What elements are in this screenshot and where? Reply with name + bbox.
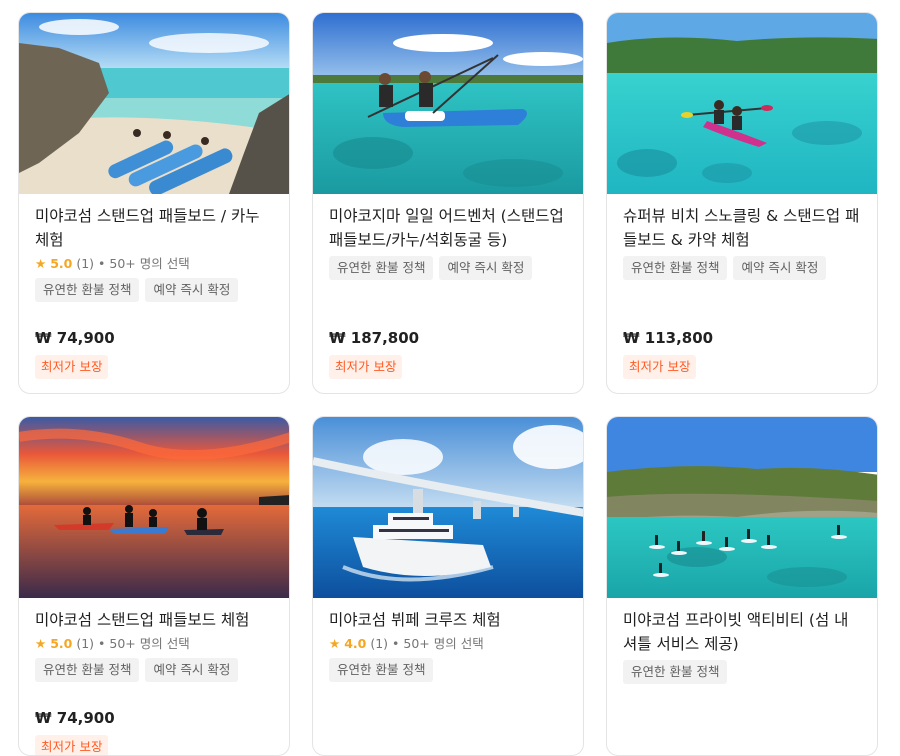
popularity-text: • 50+ 명의 선택 [98, 256, 190, 271]
rating-score: 4.0 [344, 636, 367, 651]
star-icon: ★ [35, 256, 47, 271]
activity-card[interactable]: 미야코섬 뷔페 크루즈 체험 ★ 4.0 (1) • 50+ 명의 선택 유연한… [312, 416, 584, 756]
card-title[interactable]: 미야코지마 일일 어드벤처 (스탠드업 패들보드/카누/석회동굴 등) [329, 204, 567, 252]
activity-card[interactable]: 미야코지마 일일 어드벤처 (스탠드업 패들보드/카누/석회동굴 등) 유연한 … [312, 12, 584, 394]
review-count: (1) [370, 636, 389, 651]
rating-score: 5.0 [50, 256, 73, 271]
activity-card[interactable]: 미야코섬 프라이빗 액티비티 (섬 내 셔틀 서비스 제공) 유연한 환불 정책 [606, 416, 878, 756]
rating-row: ★ 5.0 (1) • 50+ 명의 선택 [35, 254, 273, 274]
card-title[interactable]: 미야코섬 스탠드업 패들보드 / 카누 체험 [35, 204, 273, 252]
rating-score: 5.0 [50, 636, 73, 651]
instant-confirm-chip: 예약 즉시 확정 [733, 256, 827, 280]
lowest-price-badge: 최저가 보장 [35, 735, 109, 755]
card-title[interactable]: 미야코섬 뷔페 크루즈 체험 [329, 608, 567, 632]
instant-confirm-chip: 예약 즉시 확정 [439, 256, 533, 280]
card-image-sunset-paddle[interactable] [19, 417, 289, 598]
card-image-kayak[interactable] [313, 13, 583, 194]
activity-card[interactable]: 슈퍼뷰 비치 스노클링 & 스탠드업 패들보드 & 카약 체험 유연한 환불 정… [606, 12, 878, 394]
card-image-beach-paddleboards[interactable] [19, 13, 289, 194]
review-count: (1) [76, 256, 95, 271]
refund-policy-chip: 유연한 환불 정책 [623, 660, 728, 684]
rating-row: ★ 5.0 (1) • 50+ 명의 선택 [35, 634, 273, 654]
card-title[interactable]: 미야코섬 프라이빗 액티비티 (섬 내 셔틀 서비스 제공) [623, 608, 861, 656]
lowest-price-badge: 최저가 보장 [35, 355, 109, 379]
lowest-price-badge: 최저가 보장 [329, 355, 403, 379]
refund-policy-chip: 유연한 환불 정책 [35, 658, 140, 682]
card-title[interactable]: 슈퍼뷰 비치 스노클링 & 스탠드업 패들보드 & 카약 체험 [623, 204, 861, 252]
instant-confirm-chip: 예약 즉시 확정 [145, 658, 239, 682]
refund-policy-chip: 유연한 환불 정책 [329, 256, 434, 280]
instant-confirm-chip: 예약 즉시 확정 [145, 278, 239, 302]
card-image-cruise-ship[interactable] [313, 417, 583, 598]
lowest-price-badge: 최저가 보장 [623, 355, 697, 379]
popularity-text: • 50+ 명의 선택 [98, 636, 190, 651]
star-icon: ★ [329, 636, 341, 651]
card-title[interactable]: 미야코섬 스탠드업 패들보드 체험 [35, 608, 273, 632]
review-count: (1) [76, 636, 95, 651]
popularity-text: • 50+ 명의 선택 [392, 636, 484, 651]
price: ₩ 74,900 [35, 329, 115, 347]
refund-policy-chip: 유연한 환불 정책 [329, 658, 434, 682]
price: ₩ 187,800 [329, 329, 420, 347]
refund-policy-chip: 유연한 환불 정책 [35, 278, 140, 302]
activity-card[interactable]: 미야코섬 스탠드업 패들보드 / 카누 체험 ★ 5.0 (1) • 50+ 명… [18, 12, 290, 394]
price: ₩ 74,900 [35, 709, 115, 727]
card-image-snorkel-kayak[interactable] [607, 13, 877, 194]
activity-card[interactable]: 미야코섬 스탠드업 패들보드 체험 ★ 5.0 (1) • 50+ 명의 선택 … [18, 416, 290, 756]
card-image-private-sup-group[interactable] [607, 417, 877, 598]
price: ₩ 113,800 [623, 329, 714, 347]
refund-policy-chip: 유연한 환불 정책 [623, 256, 728, 280]
star-icon: ★ [35, 636, 47, 651]
rating-row: ★ 4.0 (1) • 50+ 명의 선택 [329, 634, 567, 654]
